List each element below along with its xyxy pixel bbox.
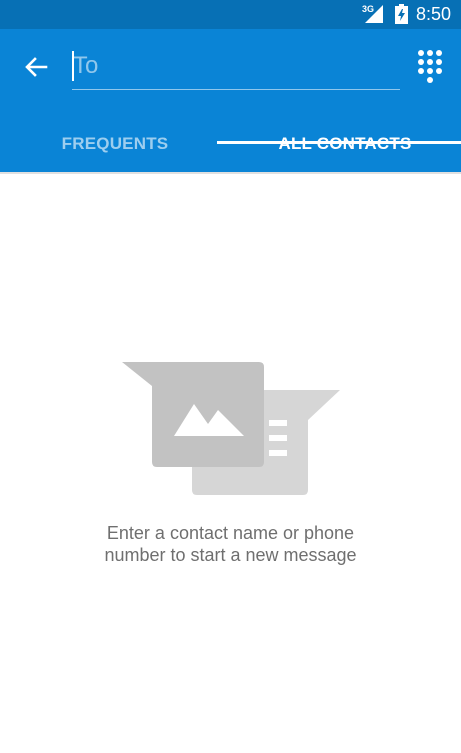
recipient-input[interactable] (72, 47, 393, 85)
app-bar: FREQUENTS ALL CONTACTS (0, 29, 461, 172)
tab-selected-indicator (217, 141, 461, 144)
new-message-illustration-icon (122, 360, 340, 496)
status-bar: 3G 8:50 (0, 0, 461, 29)
status-time: 8:50 (415, 4, 451, 24)
arrow-left-icon[interactable] (20, 51, 52, 83)
tab-frequents[interactable]: FREQUENTS (0, 115, 230, 172)
network-type-label: 3G (362, 4, 375, 14)
recipient-field[interactable] (72, 45, 400, 90)
app-bar-shadow (0, 172, 461, 174)
empty-state-message: Enter a contact name or phone number to … (0, 522, 461, 566)
dialpad-icon[interactable] (417, 49, 443, 83)
empty-state-line-1: Enter a contact name or phone (106, 523, 355, 543)
empty-state-line-2: number to start a new message (104, 545, 357, 565)
signal-icon: 3G (362, 4, 383, 23)
battery-charging-icon (395, 4, 408, 24)
